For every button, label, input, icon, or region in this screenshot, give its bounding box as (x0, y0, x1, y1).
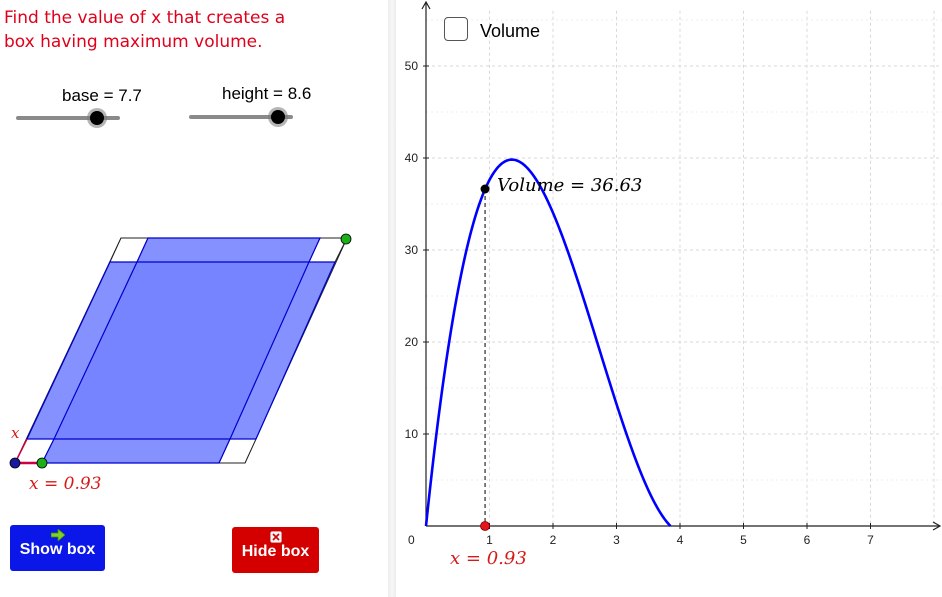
corner-point (9, 457, 21, 469)
left-panel: Find the value of x that creates a box h… (0, 0, 388, 597)
y-tick-label: 10 (405, 427, 419, 441)
volume-checkbox[interactable] (444, 17, 468, 41)
show-box-button[interactable]: Show box (10, 525, 105, 571)
volume-point-label: Volume = 36.63 (497, 175, 642, 196)
panel-divider[interactable] (388, 0, 396, 597)
y-tick-label: 50 (405, 59, 419, 73)
close-icon (269, 531, 282, 543)
x-tick-label: 3 (613, 533, 620, 547)
x-tick-label: 1 (486, 533, 493, 547)
y-tick-label: 40 (405, 151, 419, 165)
y-tick-label: 20 (405, 335, 419, 349)
x-tick-label: 5 (740, 533, 747, 547)
x-handle-point[interactable] (36, 457, 48, 469)
hide-box-button[interactable]: Hide box (232, 527, 319, 573)
x-tick-label: 2 (550, 533, 557, 547)
hide-box-label: Hide box (241, 543, 310, 560)
tick-labels: 0 1 2 3 4 5 6 7 10 20 30 40 50 (405, 59, 875, 547)
x-label: x (11, 424, 20, 442)
volume-graph: 0 1 2 3 4 5 6 7 10 20 30 40 50 Volume = 36.63 x = 0.… (405, 0, 942, 569)
x-value-label: x = 0.93 (29, 474, 102, 494)
volume-point[interactable] (480, 184, 490, 194)
x-tick-label: 4 (677, 533, 684, 547)
volume-checkbox-label: Volume (480, 21, 541, 41)
graph-panel: 0 1 2 3 4 5 6 7 10 20 30 40 50 Volume = 36.63 x = 0.… (396, 0, 942, 597)
x-axis-point[interactable] (480, 521, 490, 531)
y-tick-label: 30 (405, 243, 419, 257)
origin-label: 0 (408, 533, 415, 547)
x-tick-label: 7 (867, 533, 874, 547)
grid-lines (426, 10, 942, 526)
shape-handle-point[interactable] (340, 233, 352, 245)
x-tick-label: 6 (804, 533, 811, 547)
box-diagram: x x = 0.93 (9, 233, 352, 494)
axes (421, 0, 942, 531)
volume-curve (424, 158, 672, 527)
show-box-label: Show box (19, 541, 96, 558)
green-arrow-icon (50, 529, 65, 541)
x-point-label: x = 0.93 (450, 548, 527, 569)
